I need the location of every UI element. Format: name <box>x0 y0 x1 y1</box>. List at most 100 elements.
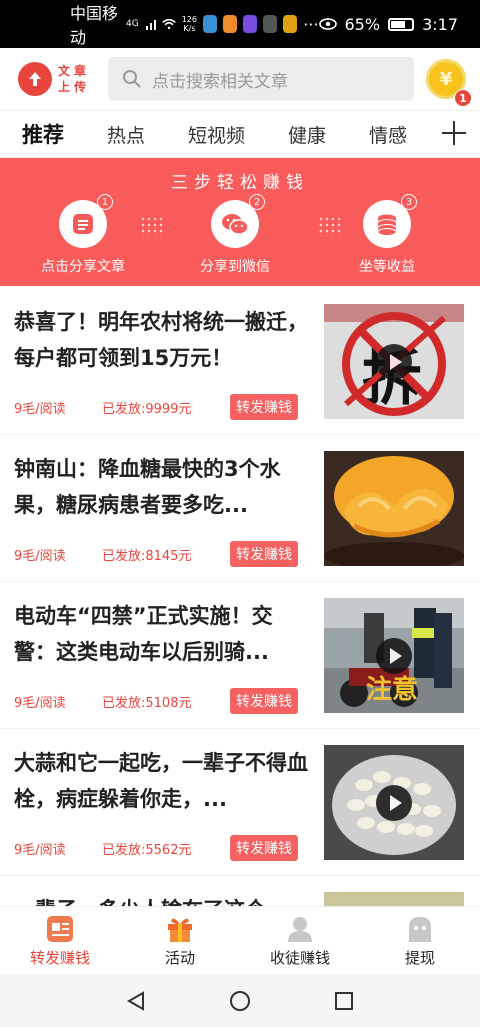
step-earn: 3 坐等收益 <box>332 194 442 276</box>
article-item[interactable]: 恭喜了！明年农村将统一搬迁，每户都可领到15万元！ 9毛/阅读 已发放:9999… <box>0 288 480 435</box>
home-icon[interactable] <box>229 990 251 1012</box>
step-circle: 3 <box>363 194 417 248</box>
add-tab-icon[interactable] <box>440 119 468 147</box>
yuan-icon: ¥ <box>439 68 453 90</box>
play-icon <box>376 344 412 380</box>
step-number: 1 <box>97 194 113 210</box>
article-title[interactable]: 恭喜了！明年农村将统一搬迁，每户都可领到15万元！ <box>14 304 310 376</box>
app-notify-icon <box>223 15 238 33</box>
status-bar: 中国移动 4G 126 K/s ··· 65% 3:17 <box>0 0 480 48</box>
article-meta: 9毛/阅读 已发放:5562元 转发赚钱 <box>14 835 298 861</box>
paid-amount: 已发放:5108元 <box>102 695 192 711</box>
step-share-wechat: 2 分享到微信 <box>180 194 290 276</box>
coin-badge: 1 <box>454 89 472 107</box>
article-icon <box>47 916 73 942</box>
paid-amount: 已发放:8145元 <box>102 548 192 564</box>
step-circle: 2 <box>211 194 265 248</box>
battery-percent: 65% <box>344 14 381 34</box>
tab-health[interactable]: 健康 <box>288 121 326 148</box>
step-circle: 1 <box>59 194 113 248</box>
earn-banner[interactable]: 三步轻松赚钱 1 点击分享文章 2 分享到微信 3 坐等收益 <box>0 158 480 286</box>
net-speed-unit: K/s <box>183 24 196 33</box>
app-notify-icon <box>243 15 258 33</box>
status-left: 中国移动 4G 126 K/s ··· <box>70 0 319 48</box>
coin-button[interactable]: ¥ 1 <box>426 59 472 107</box>
share-earn-button[interactable]: 转发赚钱 <box>230 835 298 861</box>
logo[interactable]: 文章上传 <box>18 62 96 96</box>
app-screen: 中国移动 4G 126 K/s ··· 65% 3:17 文章上传 点击搜索相关… <box>0 0 480 1027</box>
step-share-article: 1 点击分享文章 <box>28 194 138 276</box>
search-bar[interactable]: 点击搜索相关文章 <box>108 57 414 101</box>
wifi-icon <box>161 18 176 30</box>
search-placeholder: 点击搜索相关文章 <box>152 71 288 92</box>
paid-amount: 已发放:5562元 <box>102 842 192 858</box>
share-earn-button[interactable]: 转发赚钱 <box>230 541 298 567</box>
recents-icon[interactable] <box>333 990 355 1012</box>
nav-activity[interactable]: 活动 <box>120 907 240 974</box>
step-label: 分享到微信 <box>200 259 270 275</box>
system-nav-bar <box>0 974 480 1027</box>
article-item[interactable]: 电动车“四禁”正式实施！交警：这类电动车以后别骑... 9毛/阅读 已发放:51… <box>0 582 480 729</box>
read-rate: 9毛/阅读 <box>14 401 66 417</box>
article-item[interactable]: 钟南山：降血糖最快的3个水果，糖尿病患者要多吃... 9毛/阅读 已发放:814… <box>0 435 480 582</box>
battery-icon <box>388 17 415 31</box>
nav-label: 活动 <box>164 949 195 967</box>
clock: 3:17 <box>422 14 458 34</box>
step-number: 3 <box>401 194 417 210</box>
app-notify-icon <box>263 15 278 33</box>
wechat-icon <box>222 214 249 235</box>
play-icon <box>376 638 412 674</box>
tab-short-video[interactable]: 短视频 <box>188 121 245 148</box>
more-icon: ··· <box>303 14 319 34</box>
tab-recommend[interactable]: 推荐 <box>22 119 64 149</box>
withdraw-icon <box>409 917 431 942</box>
article-thumbnail[interactable] <box>324 745 464 860</box>
tab-hot[interactable]: 热点 <box>107 121 145 148</box>
nav-label: 提现 <box>404 949 435 967</box>
article-item[interactable]: 一辈子，多少人输在了这个 <box>0 876 480 908</box>
article-icon <box>73 214 93 234</box>
step-label: 点击分享文章 <box>41 259 125 275</box>
banner-title: 三步轻松赚钱 <box>171 173 309 193</box>
logo-text: 文章上传 <box>58 64 91 94</box>
article-title[interactable]: 钟南山：降血糖最快的3个水果，糖尿病患者要多吃... <box>14 451 310 523</box>
back-icon[interactable] <box>125 990 147 1012</box>
bottom-nav: 转发赚钱 活动 收徒赚钱 提现 <box>0 906 480 974</box>
status-right: 65% 3:17 <box>318 14 458 34</box>
article-thumbnail[interactable]: 拆 <box>324 304 464 419</box>
step-label: 坐等收益 <box>359 259 415 275</box>
upload-logo-icon <box>18 62 52 96</box>
app-notify-icon <box>283 15 298 33</box>
search-icon <box>123 70 141 88</box>
nav-label: 转发赚钱 <box>29 949 90 967</box>
article-meta: 9毛/阅读 已发放:5108元 转发赚钱 <box>14 688 298 714</box>
share-earn-button[interactable]: 转发赚钱 <box>230 394 298 420</box>
article-thumbnail[interactable]: 注意 <box>324 598 464 713</box>
nav-share-earn[interactable]: 转发赚钱 <box>0 907 120 974</box>
app-notify-icon <box>202 15 218 33</box>
carrier-label: 中国移动 <box>70 4 119 47</box>
coins-icon <box>377 214 397 236</box>
tab-emotion[interactable]: 情感 <box>369 121 407 148</box>
article-thumbnail[interactable] <box>324 451 464 566</box>
article-meta: 9毛/阅读 已发放:9999元 转发赚钱 <box>14 394 298 420</box>
nav-withdraw[interactable]: 提现 <box>360 907 480 974</box>
read-rate: 9毛/阅读 <box>14 842 66 858</box>
article-feed: 恭喜了！明年农村将统一搬迁，每户都可领到15万元！ 9毛/阅读 已发放:9999… <box>0 288 480 908</box>
nav-recruit-earn[interactable]: 收徒赚钱 <box>240 907 360 974</box>
article-item[interactable]: 大蒜和它一起吃，一辈子不得血栓，病症躲着你走，... 9毛/阅读 已发放:556… <box>0 729 480 876</box>
net-speed-value: 126 <box>181 15 197 24</box>
paid-amount: 已发放:9999元 <box>102 401 192 417</box>
user-icon <box>288 917 312 942</box>
thumbnail-text: 注意 <box>366 674 418 705</box>
network-type: 4G <box>125 19 139 29</box>
article-title[interactable]: 大蒜和它一起吃，一辈子不得血栓，病症躲着你走，... <box>14 745 310 817</box>
nav-label: 收徒赚钱 <box>269 949 330 967</box>
article-title[interactable]: 电动车“四禁”正式实施！交警：这类电动车以后别骑... <box>14 598 310 670</box>
app-header: 文章上传 点击搜索相关文章 ¥ 1 <box>0 48 480 110</box>
gift-icon <box>168 918 192 942</box>
article-meta: 9毛/阅读 已发放:8145元 转发赚钱 <box>14 541 298 567</box>
play-icon <box>376 785 412 821</box>
share-earn-button[interactable]: 转发赚钱 <box>230 688 298 714</box>
mango-image <box>324 451 464 566</box>
